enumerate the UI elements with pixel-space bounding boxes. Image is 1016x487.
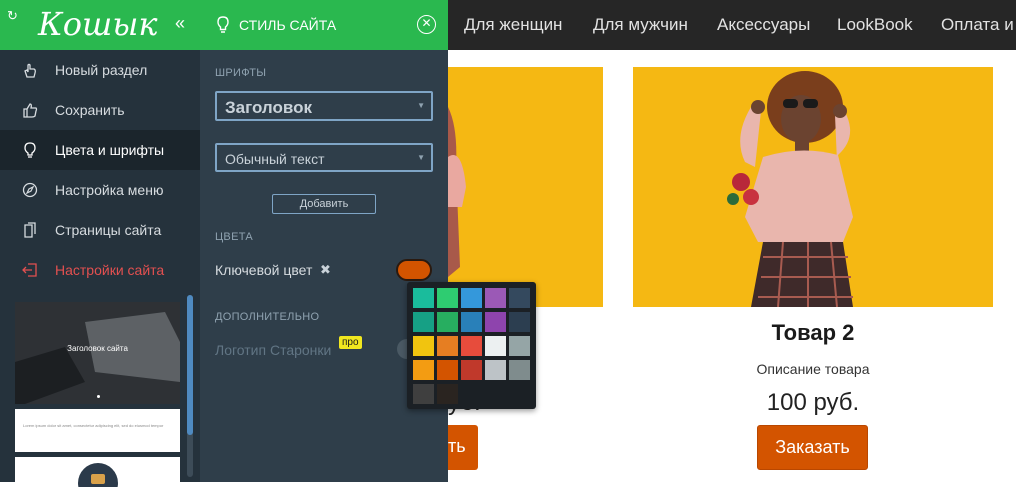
colors-section-label: ЦВЕТА: [215, 231, 254, 243]
key-color-label: Ключевой цвет: [215, 262, 313, 278]
avatar-figure: [91, 474, 105, 484]
color-swatch[interactable]: [461, 336, 482, 356]
product-description: Описание товара: [756, 361, 870, 377]
thumbs-up-icon: [23, 103, 38, 118]
color-swatch[interactable]: [461, 312, 482, 332]
nav-link-women[interactable]: Для женщин: [464, 15, 562, 35]
page-logo-label: Логотип Старонки: [215, 342, 332, 358]
color-swatch[interactable]: [485, 288, 506, 308]
thumbnail-hero-dot: [97, 395, 100, 398]
color-swatch[interactable]: [437, 312, 458, 332]
add-font-button[interactable]: Добавить: [272, 194, 376, 214]
panel-header: СТИЛЬ САЙТА ✕: [200, 0, 448, 50]
panel-title: СТИЛЬ САЙТА: [239, 17, 337, 33]
product-price: 100 руб.: [766, 389, 860, 416]
sidebar-item-label: Новый раздел: [55, 62, 148, 78]
nav-link-accessories[interactable]: Аксессуары: [717, 15, 810, 35]
hand-pointer-icon: [24, 63, 36, 78]
close-icon[interactable]: ✕: [417, 15, 436, 34]
color-swatch[interactable]: [413, 288, 434, 308]
color-swatch[interactable]: [437, 336, 458, 356]
body-font-select[interactable]: Обычный текст ▼: [215, 143, 433, 172]
scrollbar-thumb[interactable]: [187, 295, 193, 435]
color-swatch[interactable]: [461, 360, 482, 380]
double-chevron-left-icon[interactable]: «: [175, 13, 185, 34]
pro-badge: про: [339, 336, 362, 349]
thumbnail-text[interactable]: Lorem ipsum dolor sit amet, consectetur …: [15, 409, 180, 452]
lightbulb-icon: [217, 16, 229, 33]
color-swatch[interactable]: [509, 288, 530, 308]
lightbulb-icon: [24, 142, 36, 158]
color-swatch[interactable]: [437, 384, 458, 404]
sidebar-item-label: Цвета и шрифты: [55, 142, 165, 158]
extra-section-label: ДОПОЛНИТЕЛЬНО: [215, 311, 320, 323]
fonts-section-label: ШРИФТЫ: [215, 67, 267, 79]
color-swatch[interactable]: [485, 360, 506, 380]
thumbnail-hero[interactable]: Заголовок сайта: [15, 302, 180, 404]
nav-link-lookbook[interactable]: LookBook: [837, 15, 913, 35]
logo-bar: ↻ Кошык «: [0, 0, 200, 50]
color-swatch[interactable]: [485, 312, 506, 332]
chevron-down-icon: ▼: [417, 101, 425, 110]
color-swatch[interactable]: [413, 312, 434, 332]
section-thumbnails: Заголовок сайта Lorem ipsum dolor sit am…: [0, 292, 200, 487]
product-image-1[interactable]: [448, 67, 603, 307]
logo: Кошык: [38, 5, 158, 43]
sidebar-item-site-settings[interactable]: Настройки сайта: [0, 250, 200, 290]
body-font-value: Обычный текст: [225, 151, 325, 167]
sidebar-item-new-section[interactable]: Новый раздел: [0, 50, 200, 90]
remove-key-color-icon[interactable]: ✖: [320, 262, 331, 278]
color-swatch[interactable]: [413, 384, 434, 404]
nav-link-payment[interactable]: Оплата и: [941, 15, 1014, 35]
color-swatch[interactable]: [413, 360, 434, 380]
sidebar-item-label: Сохранить: [55, 102, 125, 118]
heading-font-value: Заголовок: [225, 98, 313, 117]
editor-sidebar: ↻ Кошык « Новый раздел Сохранить Цвета и…: [0, 0, 200, 487]
color-swatch[interactable]: [413, 336, 434, 356]
sidebar-item-colors-fonts[interactable]: Цвета и шрифты: [0, 130, 200, 170]
color-swatch[interactable]: [437, 288, 458, 308]
color-swatch[interactable]: [461, 288, 482, 308]
product-image-2[interactable]: [633, 67, 993, 307]
heading-font-select[interactable]: Заголовок ▼: [215, 91, 433, 121]
compass-icon: [22, 182, 38, 198]
color-swatch[interactable]: [509, 336, 530, 356]
sidebar-item-site-pages[interactable]: Страницы сайта: [0, 210, 200, 250]
order-button[interactable]: Заказать: [757, 425, 868, 470]
sidebar-item-label: Настройки сайта: [55, 262, 165, 278]
color-swatch[interactable]: [509, 360, 530, 380]
sidebar-item-label: Настройка меню: [55, 182, 164, 198]
sidebar-scrollbar[interactable]: [187, 295, 193, 477]
sidebar-item-menu-settings[interactable]: Настройка меню: [0, 170, 200, 210]
color-palette-popover: [407, 282, 536, 409]
thumbnail-avatar[interactable]: [15, 457, 180, 487]
chevron-down-icon: ▼: [417, 152, 425, 162]
sidebar-item-label: Страницы сайта: [55, 222, 162, 238]
pages-icon: [24, 222, 36, 238]
refresh-icon[interactable]: ↻: [7, 8, 18, 23]
color-swatch[interactable]: [509, 312, 530, 332]
color-swatch[interactable]: [437, 360, 458, 380]
product-title: Товар 2: [771, 320, 855, 345]
sign-out-icon: [22, 263, 37, 277]
thumbnail-hero-title: Заголовок сайта: [67, 344, 128, 353]
key-color-swatch[interactable]: [396, 259, 432, 281]
order-button-partial[interactable]: ть: [448, 425, 478, 470]
nav-link-men[interactable]: Для мужчин: [593, 15, 688, 35]
thumbnail-text-lines: Lorem ipsum dolor sit amet, consectetur …: [23, 423, 164, 428]
site-style-panel: СТИЛЬ САЙТА ✕ ШРИФТЫ Заголовок ▼ Обычный…: [200, 0, 448, 482]
color-swatch[interactable]: [485, 336, 506, 356]
sidebar-item-save[interactable]: Сохранить: [0, 90, 200, 130]
